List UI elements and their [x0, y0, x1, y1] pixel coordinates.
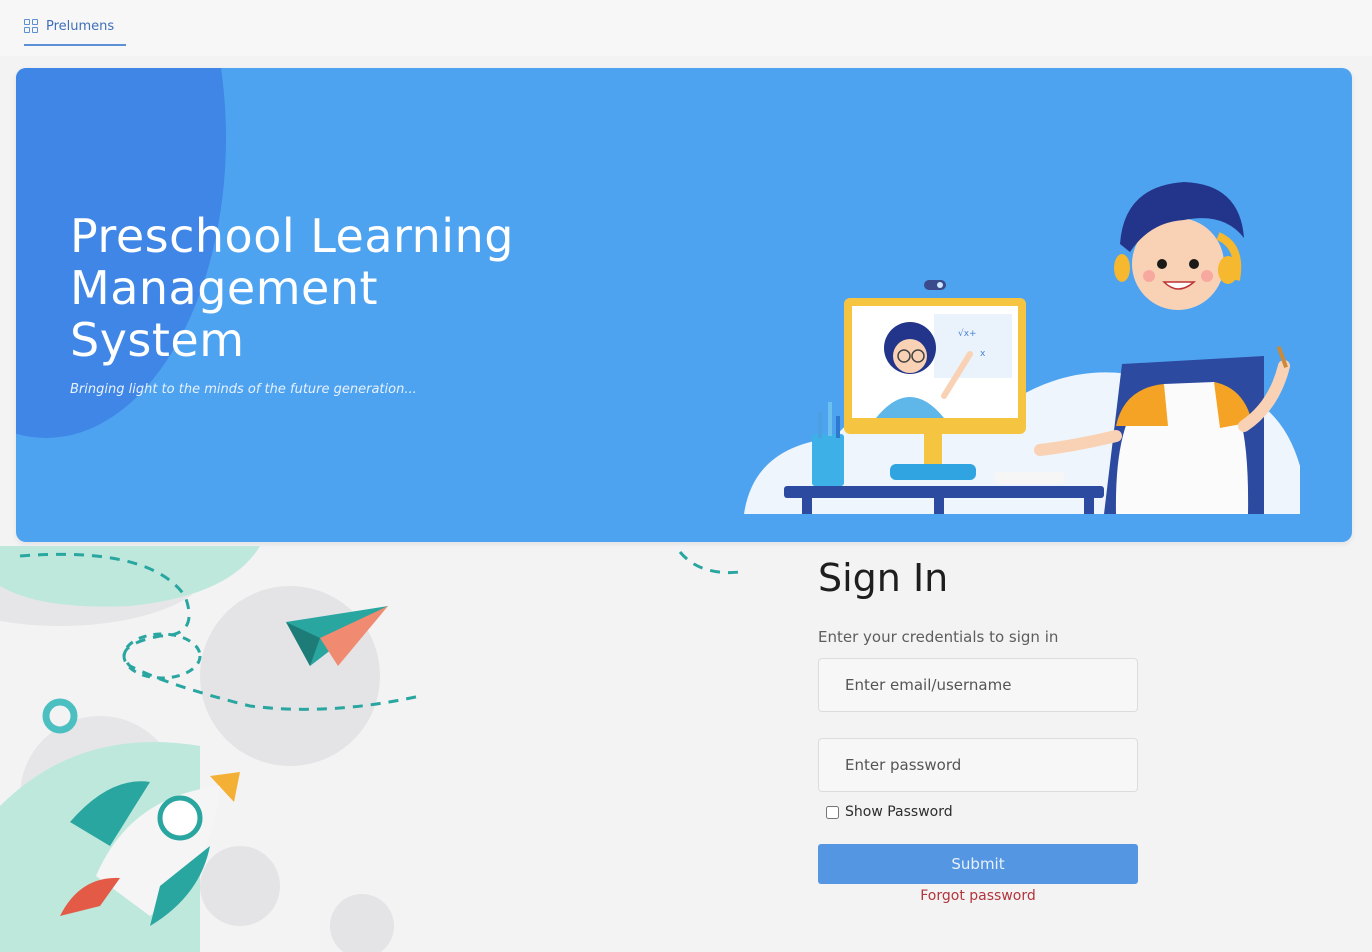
forgot-password-link[interactable]: Forgot password [818, 888, 1138, 904]
show-password-label: Show Password [845, 804, 953, 820]
hero-banner: Preschool Learning Management System Bri… [16, 68, 1352, 542]
hero-title: Preschool Learning Management System [70, 209, 514, 367]
grid-icon [24, 19, 38, 33]
show-password-checkbox[interactable] [826, 805, 839, 819]
sign-in-title: Sign In [818, 556, 949, 600]
svg-text:√x+: √x+ [958, 328, 977, 339]
submit-button[interactable]: Submit [818, 844, 1138, 884]
tab-prelumens[interactable]: Prelumens [24, 12, 126, 46]
tab-label: Prelumens [46, 18, 115, 34]
show-password-row[interactable]: Show Password [826, 804, 1138, 820]
hero-subtitle: Bringing light to the minds of the futur… [70, 382, 417, 397]
sign-in-subtitle: Enter your credentials to sign in [818, 628, 1059, 646]
svg-text:x: x [980, 349, 986, 359]
decorative-illustration [0, 546, 741, 952]
online-class-illustration: √x+ x [744, 182, 1300, 514]
password-field[interactable] [818, 738, 1138, 792]
top-bar: Prelumens [0, 0, 1372, 56]
sign-in-form: Sign In Enter your credentials to sign i… [818, 556, 1138, 904]
email-field[interactable] [818, 658, 1138, 712]
